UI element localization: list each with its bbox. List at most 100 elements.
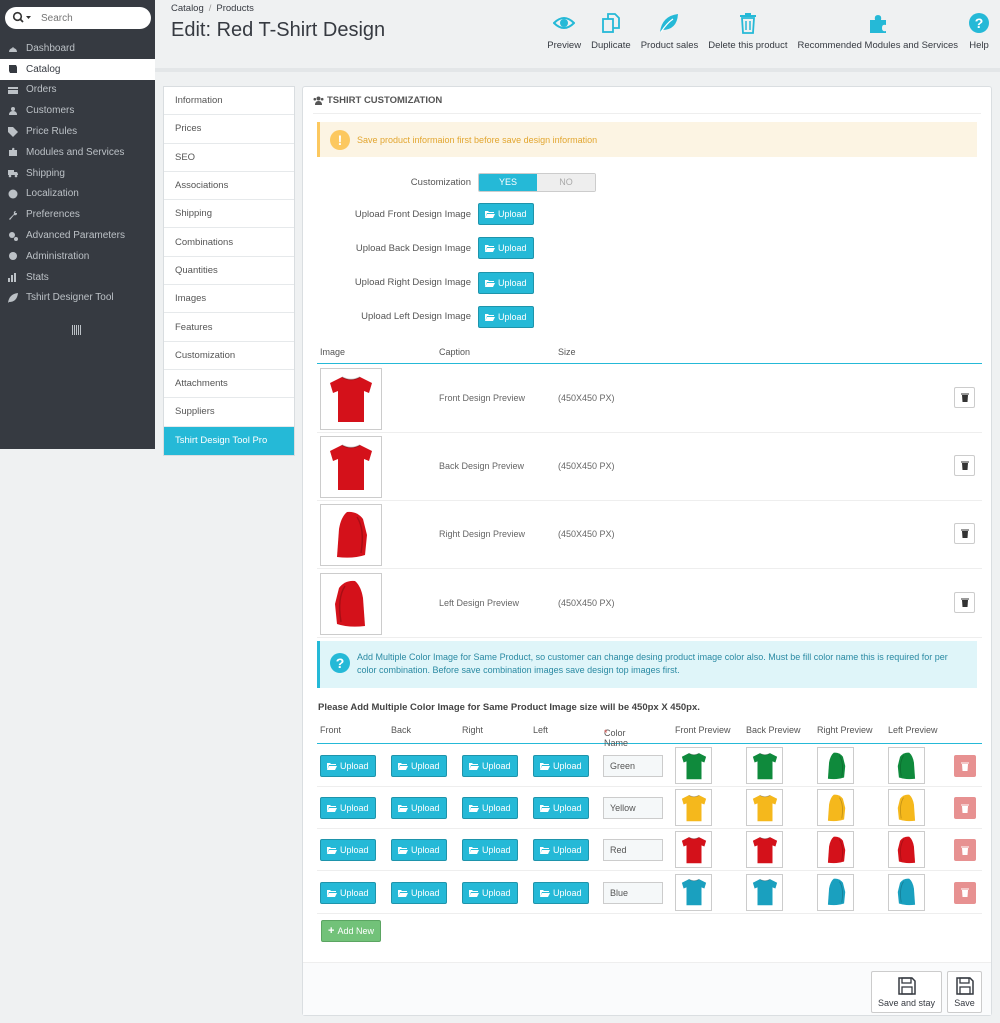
upload-left-color-button[interactable]: Upload — [533, 839, 589, 862]
upload-right-color-button[interactable]: Upload — [462, 797, 518, 820]
delete-color-button[interactable] — [954, 755, 976, 777]
recommended-modules-button[interactable]: Recommended Modules and Services — [797, 12, 958, 56]
sidebar-item-stats[interactable]: Stats — [0, 267, 155, 288]
sidebar-item-localization[interactable]: Localization — [0, 184, 155, 205]
upload-button[interactable]: Upload — [478, 305, 534, 328]
tab-features[interactable]: Features — [164, 313, 294, 342]
tab-quantities[interactable]: Quantities — [164, 257, 294, 286]
sidebar-item-modules-and-services[interactable]: Modules and Services — [0, 142, 155, 163]
sidebar-item-advanced-parameters[interactable]: Advanced Parameters — [0, 225, 155, 246]
color-name-input[interactable]: Green — [603, 755, 663, 777]
sidebar-item-customers[interactable]: Customers — [0, 100, 155, 121]
sidebar-item-catalog[interactable]: Catalog — [0, 58, 155, 80]
color-right-preview[interactable] — [817, 831, 854, 869]
delete-image-button[interactable] — [954, 455, 975, 477]
color-back-preview[interactable] — [746, 789, 783, 827]
breadcrumb-catalog[interactable]: Catalog — [171, 3, 204, 14]
color-right-preview[interactable] — [817, 873, 854, 911]
color-left-preview[interactable] — [888, 747, 925, 784]
tab-associations[interactable]: Associations — [164, 172, 294, 201]
delete-color-button[interactable] — [954, 881, 976, 904]
color-front-preview[interactable] — [675, 873, 712, 911]
upload-back-color-button[interactable]: Upload — [391, 881, 447, 904]
tshirt-back-thumbnail[interactable] — [320, 436, 382, 499]
tab-shipping[interactable]: Shipping — [164, 200, 294, 229]
breadcrumb-products[interactable]: Products — [216, 3, 254, 14]
tab-prices[interactable]: Prices — [164, 115, 294, 144]
upload-left-color-button[interactable]: Upload — [533, 881, 589, 904]
sidebar-item-preferences[interactable]: Preferences — [0, 204, 155, 225]
upload-back-color-button[interactable]: Upload — [391, 797, 447, 820]
color-back-preview[interactable] — [746, 873, 783, 911]
color-left-preview[interactable] — [888, 831, 925, 869]
sidebar-item-label: Customers — [26, 105, 75, 117]
tab-customization[interactable]: Customization — [164, 342, 294, 370]
upload-front-color-button[interactable]: Upload — [320, 797, 376, 820]
sidebar-item-price-rules[interactable]: Price Rules — [0, 121, 155, 142]
tab-attachments[interactable]: Attachments — [164, 370, 294, 399]
color-right-preview[interactable] — [817, 789, 854, 827]
upload-back-color-button[interactable]: Upload — [391, 839, 447, 862]
search-icon[interactable] — [12, 11, 36, 25]
upload-right-color-button[interactable]: Upload — [462, 881, 518, 904]
switch-no[interactable]: NO — [537, 173, 595, 191]
color-name-input[interactable]: Red — [603, 839, 663, 862]
color-right-preview[interactable] — [817, 747, 854, 784]
sidebar-item-orders[interactable]: Orders — [0, 80, 155, 101]
tab-suppliers[interactable]: Suppliers — [164, 398, 294, 427]
color-front-preview[interactable] — [675, 789, 712, 827]
color-name-input[interactable]: Yellow — [603, 797, 663, 820]
color-back-preview[interactable] — [746, 747, 783, 784]
color-front-preview[interactable] — [675, 831, 712, 869]
preview-button[interactable]: Preview — [547, 12, 581, 56]
sidebar-item-tshirt-designer-tool[interactable]: Tshirt Designer Tool — [0, 288, 155, 309]
tab-images[interactable]: Images — [164, 285, 294, 314]
duplicate-button[interactable]: Duplicate — [591, 12, 631, 56]
color-left-preview[interactable] — [888, 789, 925, 827]
help-button[interactable]: ? Help — [968, 12, 990, 56]
add-new-button[interactable]: + Add New — [321, 920, 381, 942]
color-front-preview[interactable] — [675, 747, 712, 784]
sidebar-item-dashboard[interactable]: Dashboard — [0, 38, 155, 59]
product-sales-button[interactable]: Product sales — [641, 12, 698, 56]
delete-image-button[interactable] — [954, 523, 975, 545]
collapse-sidebar-icon[interactable] — [72, 325, 82, 335]
save-button[interactable]: Save — [947, 971, 982, 1013]
tshirt-left-thumbnail[interactable] — [320, 572, 382, 635]
upload-front-color-button[interactable]: Upload — [320, 881, 376, 904]
upload-right-color-button[interactable]: Upload — [462, 755, 518, 777]
upload-button[interactable]: Upload — [478, 271, 534, 294]
delete-color-button[interactable] — [954, 839, 976, 862]
upload-button[interactable]: Upload — [478, 203, 534, 225]
upload-left-color-button[interactable]: Upload — [533, 755, 589, 777]
upload-front-color-button[interactable]: Upload — [320, 755, 376, 777]
upload-back-color-button[interactable]: Upload — [391, 755, 447, 777]
tab-tshirt-design-tool-pro[interactable]: Tshirt Design Tool Pro — [164, 426, 294, 455]
tshirt-front-thumbnail[interactable] — [320, 368, 382, 430]
upload-front-color-button[interactable]: Upload — [320, 839, 376, 862]
delete-image-button[interactable] — [954, 387, 975, 408]
color-name-input[interactable]: Blue — [603, 881, 663, 904]
customization-switch[interactable]: YES NO — [478, 172, 596, 192]
save-and-stay-button[interactable]: Save and stay — [871, 971, 942, 1013]
upload-button[interactable]: Upload — [478, 237, 534, 260]
search-input[interactable] — [41, 10, 141, 26]
tab-seo[interactable]: SEO — [164, 144, 294, 172]
tshirt-customization-panel: TSHIRT CUSTOMIZATION ! Save product info… — [302, 86, 992, 1016]
delete-color-button[interactable] — [954, 797, 976, 820]
color-back-preview[interactable] — [746, 831, 783, 869]
delete-image-button[interactable] — [954, 591, 975, 613]
tab-combinations[interactable]: Combinations — [164, 228, 294, 257]
sidebar-item-administration[interactable]: Administration — [0, 246, 155, 267]
upload-left-color-button[interactable]: Upload — [533, 797, 589, 820]
sidebar: Dashboard Catalog Orders Customers Price Rul… — [0, 0, 155, 449]
upload-right-color-button[interactable]: Upload — [462, 839, 518, 862]
col-front-preview: Front Preview — [675, 725, 731, 735]
tshirt-right-thumbnail[interactable] — [320, 504, 382, 567]
sidebar-item-shipping[interactable]: Shipping — [0, 163, 155, 184]
color-left-preview[interactable] — [888, 873, 925, 911]
delete-product-button[interactable]: Delete this product — [708, 12, 787, 56]
switch-yes[interactable]: YES — [479, 173, 537, 191]
search-box[interactable] — [5, 7, 151, 29]
tab-information[interactable]: Information — [164, 87, 294, 116]
